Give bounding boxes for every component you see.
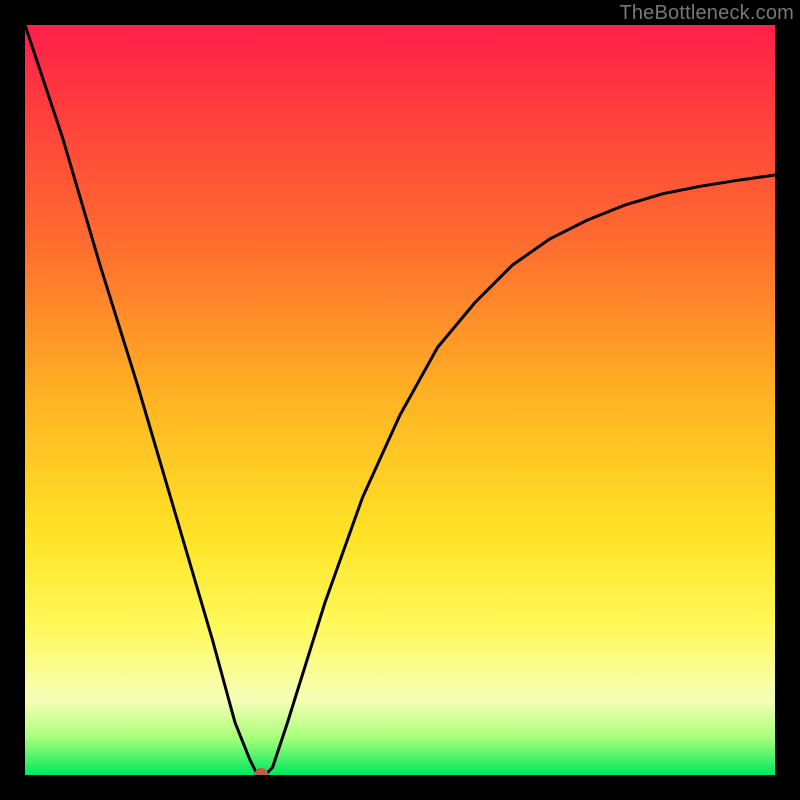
attribution-label: TheBottleneck.com xyxy=(619,2,794,25)
optimal-point-marker xyxy=(254,768,268,775)
bottleneck-curve xyxy=(25,25,775,775)
chart-container: TheBottleneck.com xyxy=(0,0,800,800)
plot-area xyxy=(25,25,775,775)
